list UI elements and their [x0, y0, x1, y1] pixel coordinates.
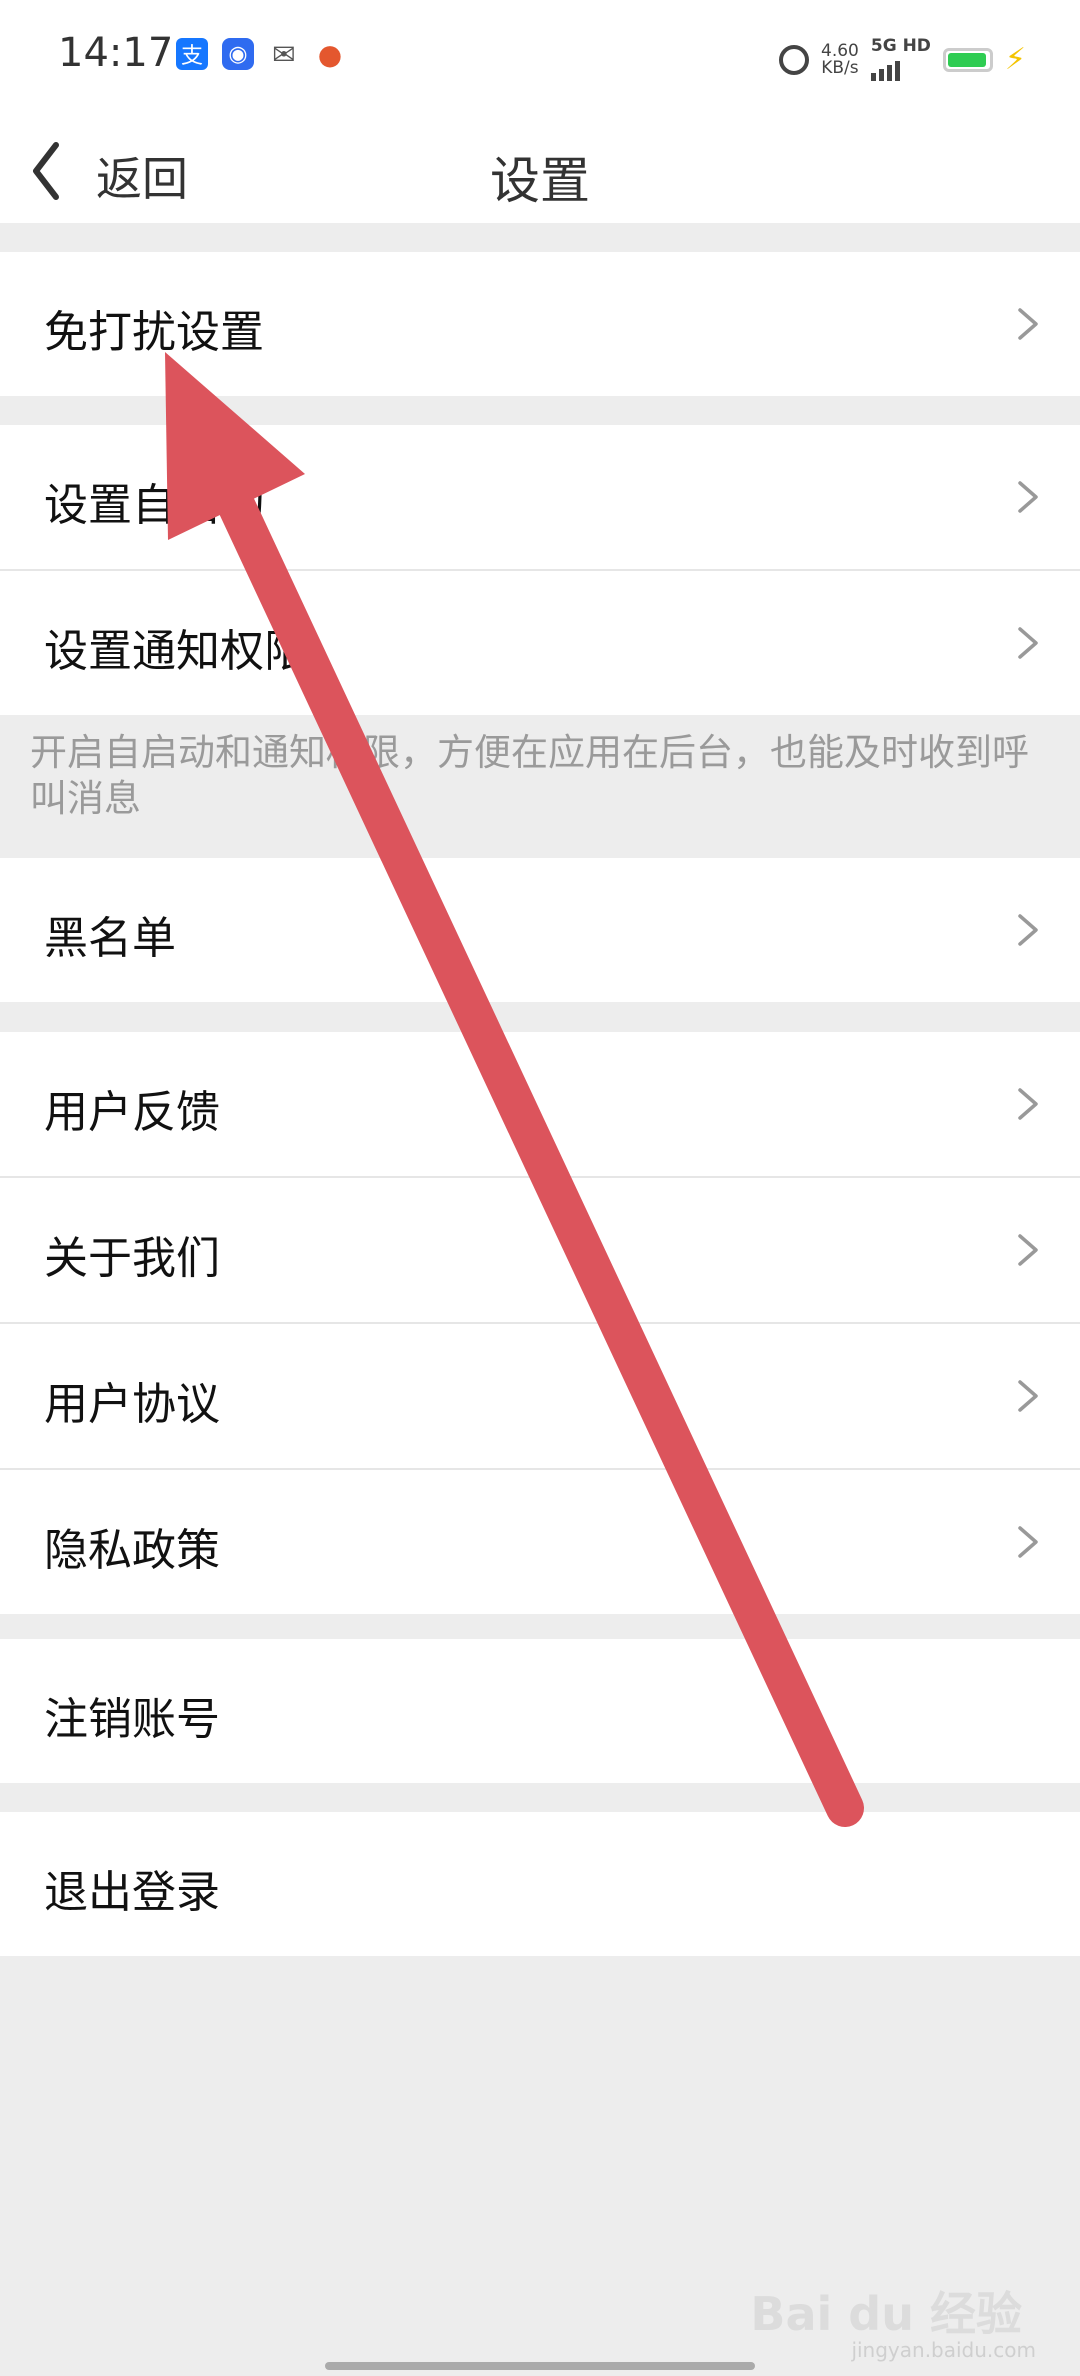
item-label: 黑名单 — [44, 913, 176, 964]
signal-icon — [870, 55, 931, 81]
app-icon: ● — [317, 37, 343, 71]
status-bar: 14:17 支 ◉ ✉ ● 4.60 KB/s 5G HD ⚡ — [0, 0, 1080, 115]
list-item-blacklist[interactable]: 黑名单 — [0, 858, 1080, 1002]
bolt-icon: ⚡ — [1004, 42, 1026, 77]
speed-value: 4.60 — [821, 40, 859, 61]
qq-icon: ◉ — [222, 38, 254, 70]
list-item-dnd-settings[interactable]: 免打扰设置 — [0, 252, 1080, 396]
home-indicator[interactable] — [325, 2362, 755, 2370]
list-item-about-us[interactable]: 关于我们 — [0, 1176, 1080, 1322]
permission-hint: 开启自启动和通知权限，方便在应用在后台，也能及时收到呼叫消息 — [30, 731, 1029, 820]
alarm-icon — [779, 44, 810, 75]
settings-group-blacklist: 黑名单 — [0, 858, 1080, 1002]
item-label: 用户协议 — [44, 1379, 220, 1430]
item-label: 免打扰设置 — [44, 307, 264, 358]
item-label: 隐私政策 — [44, 1525, 220, 1576]
chevron-right-icon — [1018, 1234, 1038, 1266]
settings-group-about: 用户反馈 关于我们 用户协议 隐私政策 — [0, 1032, 1080, 1614]
chevron-right-icon — [1018, 1088, 1038, 1120]
list-item-feedback[interactable]: 用户反馈 — [0, 1032, 1080, 1176]
chevron-right-icon — [1018, 627, 1038, 659]
watermark-logo: Bai du 经验 — [750, 2287, 1022, 2341]
alipay-icon: 支 — [176, 38, 208, 70]
speed-unit: KB/s — [821, 57, 859, 78]
chevron-right-icon — [1018, 914, 1038, 946]
list-item-notification-permission[interactable]: 设置通知权限 — [0, 569, 1080, 715]
delete-account-button[interactable]: 注销账号 — [0, 1639, 1080, 1783]
network-label: 5G HD — [870, 36, 931, 56]
status-app-icons: 支 ◉ ✉ ● — [176, 37, 346, 71]
nav-bar: 返回 设置 — [0, 115, 1080, 223]
watermark-url: jingyan.baidu.com — [851, 2338, 1036, 2362]
chevron-right-icon — [1018, 308, 1038, 340]
item-label: 退出登录 — [44, 1867, 220, 1918]
item-label: 注销账号 — [44, 1694, 220, 1745]
list-item-autostart[interactable]: 设置自启动 — [0, 425, 1080, 569]
status-indicators: 4.60 KB/s 5G HD ⚡ — [779, 38, 1026, 81]
wechat-icon: ✉ — [272, 37, 296, 71]
settings-group-dnd: 免打扰设置 — [0, 252, 1080, 396]
item-label: 设置自启动 — [44, 480, 264, 531]
network-type: 5G HD — [870, 36, 931, 81]
item-label: 关于我们 — [44, 1233, 220, 1284]
item-label: 用户反馈 — [44, 1087, 220, 1138]
chevron-right-icon — [1018, 1380, 1038, 1412]
chevron-right-icon — [1018, 481, 1038, 513]
status-time: 14:17 — [58, 30, 174, 76]
settings-group-account: 注销账号 — [0, 1639, 1080, 1783]
settings-group-permissions: 设置自启动 设置通知权限 — [0, 425, 1080, 715]
settings-group-logout: 退出登录 — [0, 1812, 1080, 1956]
item-label: 设置通知权限 — [44, 626, 308, 677]
logout-button[interactable]: 退出登录 — [0, 1812, 1080, 1956]
network-speed: 4.60 KB/s — [821, 40, 859, 78]
list-item-privacy-policy[interactable]: 隐私政策 — [0, 1468, 1080, 1614]
list-item-user-agreement[interactable]: 用户协议 — [0, 1322, 1080, 1468]
chevron-right-icon — [1018, 1526, 1038, 1558]
page-title: 设置 — [490, 152, 590, 210]
battery-icon — [942, 47, 993, 72]
